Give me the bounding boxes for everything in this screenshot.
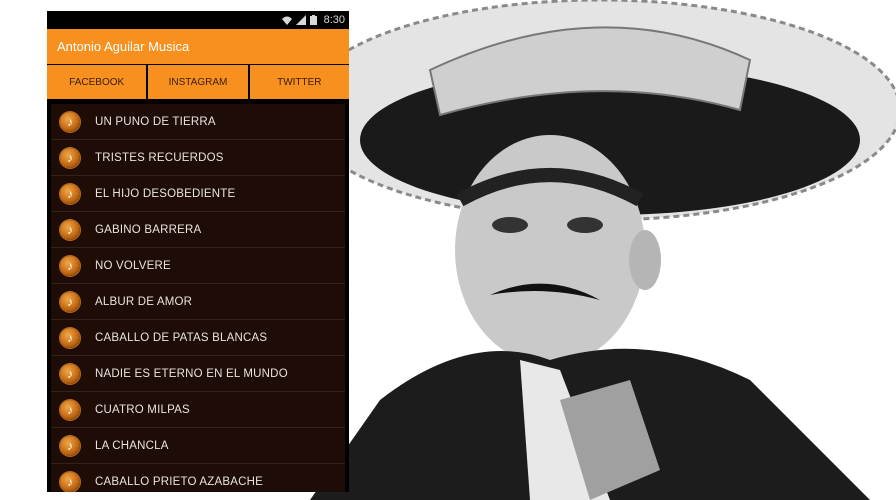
music-note-icon: ♪ bbox=[60, 327, 80, 348]
signal-icon bbox=[295, 15, 306, 25]
song-title: EL HIJO DESOBEDIENTE bbox=[95, 187, 236, 200]
song-title: LA CHANCLA bbox=[95, 439, 169, 452]
song-item[interactable]: ♪ EL HIJO DESOBEDIENTE bbox=[51, 176, 345, 212]
app-bar: Antonio Aguilar Musica bbox=[47, 29, 349, 64]
song-item[interactable]: ♪ ALBUR DE AMOR bbox=[51, 284, 345, 320]
wifi-icon bbox=[281, 15, 292, 25]
song-title: GABINO BARRERA bbox=[95, 223, 202, 236]
music-note-icon: ♪ bbox=[60, 147, 80, 168]
song-item[interactable]: ♪ NADIE ES ETERNO EN EL MUNDO bbox=[51, 356, 345, 392]
app-title: Antonio Aguilar Musica bbox=[57, 39, 190, 54]
status-bar: 8:30 bbox=[47, 11, 349, 29]
instagram-button[interactable]: INSTAGRAM bbox=[148, 65, 248, 99]
song-title: TRISTES RECUERDOS bbox=[95, 151, 224, 164]
facebook-button[interactable]: FACEBOOK bbox=[47, 65, 147, 99]
song-item[interactable]: ♪ LA CHANCLA bbox=[51, 428, 345, 464]
music-note-icon: ♪ bbox=[60, 111, 80, 132]
music-note-icon: ♪ bbox=[60, 291, 80, 312]
song-item[interactable]: ♪ CABALLO PRIETO AZABACHE bbox=[51, 464, 345, 492]
status-time: 8:30 bbox=[323, 14, 345, 26]
music-note-icon: ♪ bbox=[60, 435, 80, 456]
twitter-button[interactable]: TWITTER bbox=[249, 65, 349, 99]
battery-icon bbox=[309, 15, 320, 25]
music-note-icon: ♪ bbox=[60, 363, 80, 384]
song-item[interactable]: ♪ CUATRO MILPAS bbox=[51, 392, 345, 428]
song-title: NADIE ES ETERNO EN EL MUNDO bbox=[95, 367, 288, 380]
song-title: CABALLO PRIETO AZABACHE bbox=[95, 475, 263, 488]
song-item[interactable]: ♪ TRISTES RECUERDOS bbox=[51, 140, 345, 176]
song-item[interactable]: ♪ UN PUNO DE TIERRA bbox=[51, 104, 345, 140]
song-title: NO VOLVERE bbox=[95, 259, 171, 272]
music-note-icon: ♪ bbox=[60, 219, 80, 240]
song-title: ALBUR DE AMOR bbox=[95, 295, 193, 308]
phone-screen: 8:30 Antonio Aguilar Musica FACEBOOK INS… bbox=[47, 11, 349, 492]
song-title: UN PUNO DE TIERRA bbox=[95, 115, 216, 128]
music-note-icon: ♪ bbox=[60, 471, 80, 492]
song-item[interactable]: ♪ CABALLO DE PATAS BLANCAS bbox=[51, 320, 345, 356]
song-item[interactable]: ♪ GABINO BARRERA bbox=[51, 212, 345, 248]
social-buttons-bar: FACEBOOK INSTAGRAM TWITTER bbox=[47, 64, 349, 100]
song-title: CABALLO DE PATAS BLANCAS bbox=[95, 331, 268, 344]
song-item[interactable]: ♪ NO VOLVERE bbox=[51, 248, 345, 284]
song-title: CUATRO MILPAS bbox=[95, 403, 190, 416]
song-list: ♪ UN PUNO DE TIERRA ♪ TRISTES RECUERDOS ♪ E… bbox=[51, 104, 345, 492]
music-note-icon: ♪ bbox=[60, 255, 80, 276]
music-note-icon: ♪ bbox=[60, 183, 80, 204]
music-note-icon: ♪ bbox=[60, 399, 80, 420]
